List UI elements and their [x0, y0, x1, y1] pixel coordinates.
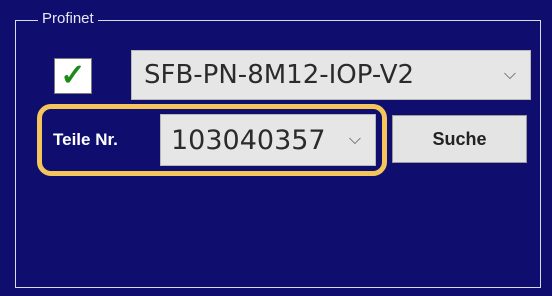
part-number-select[interactable]: 103040357 ⌵	[160, 114, 376, 166]
chevron-down-icon[interactable]: ⌵	[335, 131, 375, 149]
profinet-panel: Profinet ✓ SFB-PN-8M12-IOP-V2 ⌵ Teile Nr…	[0, 0, 552, 296]
check-icon: ✓	[60, 59, 86, 92]
group-title: Profinet	[38, 10, 98, 28]
enable-checkbox[interactable]: ✓	[54, 58, 92, 94]
part-number-value: 103040357	[171, 124, 326, 156]
device-select[interactable]: SFB-PN-8M12-IOP-V2 ⌵	[131, 50, 531, 100]
part-number-label: Teile Nr.	[53, 130, 118, 149]
device-select-value: SFB-PN-8M12-IOP-V2	[144, 60, 415, 90]
chevron-down-icon[interactable]: ⌵	[490, 66, 530, 84]
search-button[interactable]: Suche	[392, 115, 527, 163]
